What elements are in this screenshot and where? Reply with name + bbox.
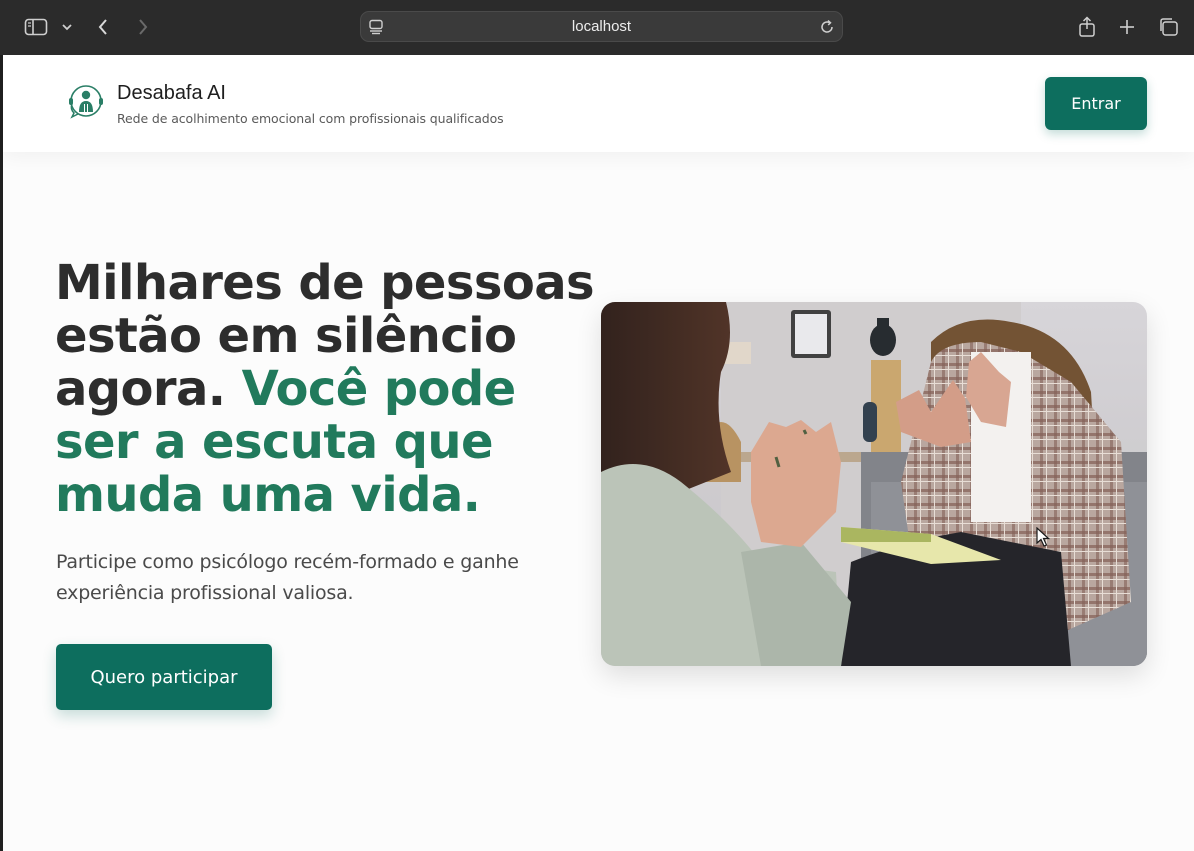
page: Desabafa AI Rede de acolhimento emociona… [3, 55, 1194, 851]
brand-name[interactable]: Desabafa AI [117, 82, 226, 105]
hero-headline: Milhares de pessoas estão em silêncio ag… [55, 257, 595, 522]
mouse-cursor-icon [1036, 526, 1051, 547]
chevron-down-icon[interactable] [54, 14, 80, 40]
url-text: localhost [571, 18, 632, 35]
reload-icon[interactable] [818, 18, 836, 36]
forward-icon[interactable] [130, 14, 156, 40]
share-icon[interactable] [1074, 14, 1100, 40]
hero-photo [601, 302, 1147, 666]
join-button[interactable]: Quero participar [56, 644, 272, 710]
login-button[interactable]: Entrar [1045, 77, 1147, 130]
plus-icon[interactable] [1114, 14, 1140, 40]
hero-subtext: Participe como psicólogo recém-formado e… [56, 551, 519, 604]
tabs-icon[interactable] [1155, 14, 1181, 40]
back-icon[interactable] [90, 14, 116, 40]
address-bar[interactable]: localhost [360, 11, 843, 42]
logo-icon[interactable] [66, 82, 106, 122]
site-header: Desabafa AI Rede de acolhimento emociona… [3, 55, 1194, 152]
sidebar-icon[interactable] [23, 14, 49, 40]
brand-subtitle: Rede de acolhimento emocional com profis… [117, 111, 504, 126]
browser-toolbar: localhost [0, 0, 1194, 55]
